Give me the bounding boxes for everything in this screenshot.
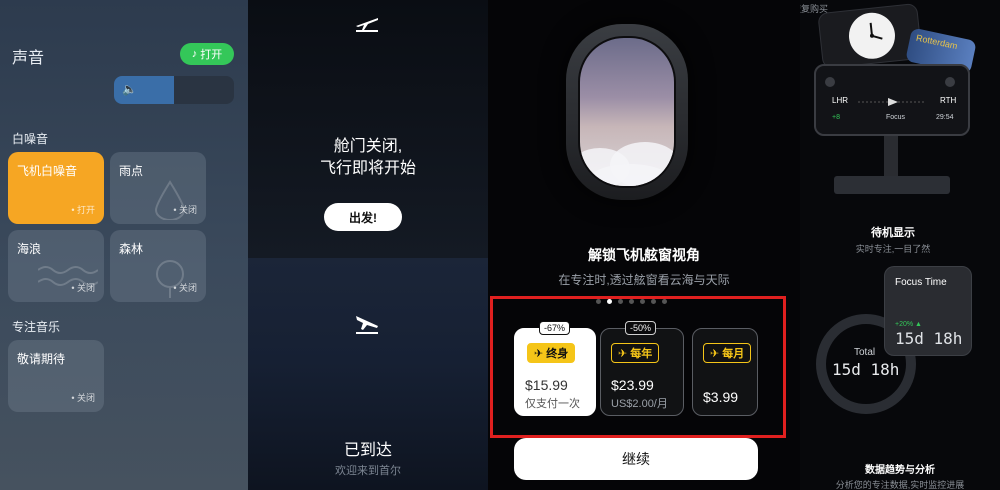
tile-forest[interactable]: 森林 关闭 <box>110 230 206 302</box>
paywall-subtitle: 在专注时,透过舷窗看云海与天际 <box>558 273 730 287</box>
plan-monthly[interactable]: ✈ 每月 $3.99 <box>692 328 758 416</box>
route-from: LHR <box>832 96 849 105</box>
plan-lifetime[interactable]: -67% ✈ 终身 $15.99 仅支付一次 <box>514 321 596 416</box>
sound-toggle-label: 打开 <box>200 49 223 61</box>
total-value: 15d 18h <box>832 360 900 379</box>
clock-widget-illustration <box>817 2 923 70</box>
focus-music-header: 专注音乐 <box>12 320 61 334</box>
flight-panel: 舱门关闭, 飞行即将开始 出发! 已到达 欢迎来到首尔 <box>248 0 488 490</box>
discount-badge: -50% <box>625 321 657 335</box>
window-view <box>578 36 676 188</box>
stand-base <box>834 176 950 194</box>
trends-title: 数据趋势与分析 <box>865 465 935 476</box>
plan-price: $3.99 <box>703 389 739 405</box>
stand-neck <box>884 136 898 178</box>
tile-rain[interactable]: 雨点 关闭 <box>110 152 206 224</box>
route-mode: Focus <box>886 114 906 121</box>
landing-icon <box>356 316 378 334</box>
boarding-heading-line2: 飞行即将开始 <box>319 160 416 177</box>
plan-note: US$2.00/月 <box>611 398 668 410</box>
takeoff-icon <box>356 18 378 32</box>
speaker-icon: 🔈 <box>122 82 137 96</box>
features-panel: 恢复购买 Rotterdam LHR RTH +8 Focus 29:54 待机… <box>800 0 1000 490</box>
tile-state: 关闭 <box>71 281 95 294</box>
tile-name: 敬请期待 <box>17 352 66 366</box>
paywall-title: 解锁飞机舷窗视角 <box>588 247 700 263</box>
tile-waves[interactable]: 海浪 关闭 <box>8 230 104 302</box>
standby-subtitle: 实时专注,一目了然 <box>855 244 931 254</box>
total-label: Total <box>854 347 876 358</box>
sound-settings-panel: 声音 ♪ 打开 🔈 白噪音 飞机白噪音 打开 雨点 关闭 海浪 关闭 森林 关闭… <box>0 0 248 490</box>
plan-note: 仅支付一次 <box>525 398 580 410</box>
arrived-subtitle: 欢迎来到首尔 <box>335 465 401 477</box>
route-value: +8 <box>832 114 840 121</box>
route-time: 29:54 <box>936 114 954 121</box>
plan-tag-label: 每年 <box>630 348 653 360</box>
tile-coming-soon[interactable]: 敬请期待 关闭 <box>8 340 104 412</box>
standby-title: 待机显示 <box>871 227 915 239</box>
route-to: RTH <box>940 96 957 105</box>
trends-subtitle: 分析您的专注数据,实时监控进展 <box>835 480 965 490</box>
plan-yearly[interactable]: -50% ✈ 每年 $23.99 US$2.00/月 <box>600 321 684 416</box>
plan-price: $23.99 <box>611 377 654 393</box>
plan-tag: ✈ 终身 <box>527 343 576 363</box>
plan-tag: ✈ 每年 <box>611 343 660 363</box>
music-note-icon: ♪ <box>191 48 198 60</box>
focus-card-badge: +20% ▲ <box>895 321 922 328</box>
tile-name: 森林 <box>119 242 144 256</box>
boarding-heading-line1: 舱门关闭, <box>333 138 403 155</box>
focus-card-title: Focus Time <box>895 277 947 288</box>
tile-state: 打开 <box>71 203 95 216</box>
plan-price: $15.99 <box>525 377 568 393</box>
standby-screen-illustration: LHR RTH +8 Focus 29:54 <box>814 64 970 136</box>
tile-state: 关闭 <box>173 281 197 294</box>
paywall-panel: 解锁飞机舷窗视角 在专注时,透过舷窗看云海与天际 -67% ✈ 终身 $15.99… <box>488 0 800 490</box>
sound-title: 声音 <box>12 50 45 67</box>
airplane-icon: ✈ <box>618 347 628 360</box>
white-noise-header: 白噪音 <box>12 132 49 146</box>
continue-button[interactable]: 继续 <box>514 438 758 480</box>
ticket-text: Rotterdam <box>915 32 959 52</box>
tile-state: 关闭 <box>173 203 197 216</box>
focus-card-value: 15d 18h <box>895 329 963 348</box>
clock-icon <box>846 10 898 62</box>
volume-slider[interactable]: 🔈 <box>114 76 234 104</box>
depart-button[interactable]: 出发! <box>324 203 402 231</box>
airplane-window-illustration <box>566 24 688 200</box>
tile-name: 飞机白噪音 <box>17 164 78 178</box>
airplane-icon: ✈ <box>534 347 544 360</box>
tile-airplane-noise[interactable]: 飞机白噪音 打开 <box>8 152 104 224</box>
tile-name: 海浪 <box>17 242 42 256</box>
airplane-icon: ✈ <box>710 347 720 360</box>
tile-state: 关闭 <box>71 391 95 404</box>
sound-toggle-button[interactable]: ♪ 打开 <box>180 43 234 65</box>
tile-name: 雨点 <box>119 164 144 178</box>
plan-tag-label: 终身 <box>546 348 569 360</box>
plan-tag: ✈ 每月 <box>703 343 752 363</box>
arrived-title: 已到达 <box>343 442 392 459</box>
plan-tag-label: 每月 <box>722 348 745 360</box>
discount-badge: -67% <box>539 321 571 335</box>
focus-time-card: Focus Time +20% ▲ 15d 18h <box>884 266 972 356</box>
